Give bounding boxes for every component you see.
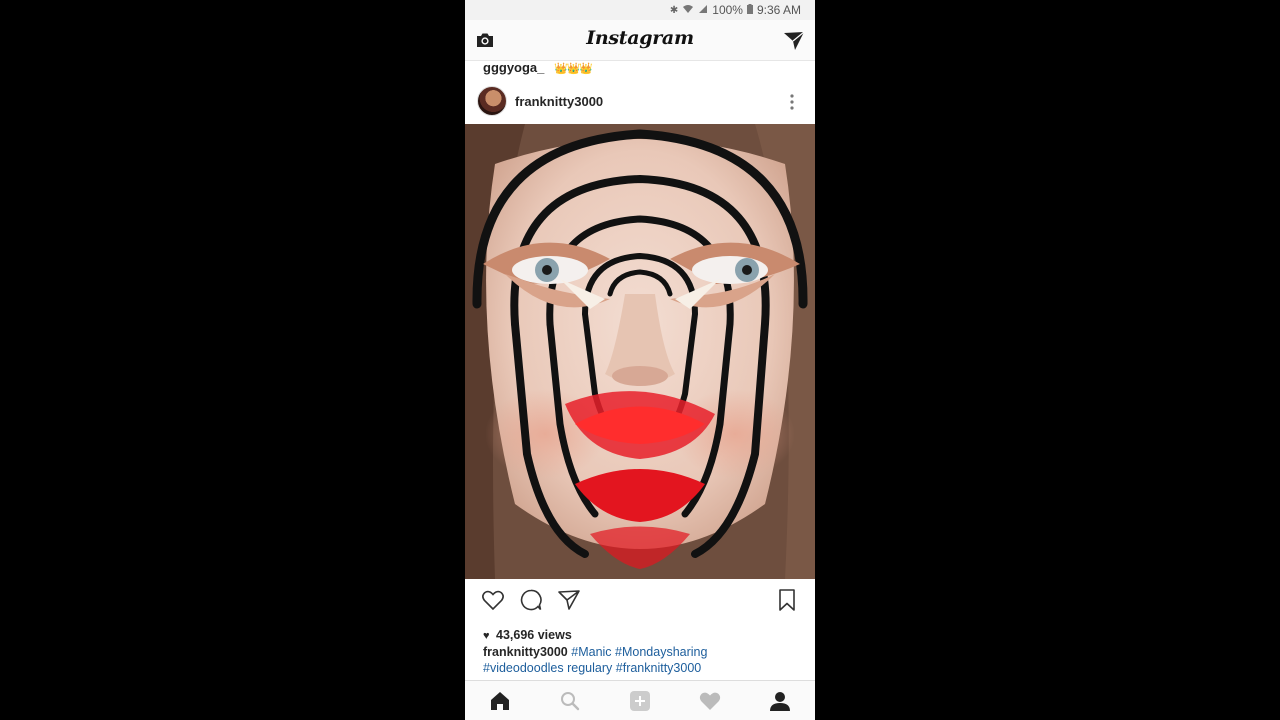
instagram-app: ✱ 100% 9:36 AM Instagram gggyoga_ 👑👑👑 fr…: [465, 0, 815, 720]
hashtag-videodoodles[interactable]: #videodoodles: [483, 661, 564, 675]
previous-caption-user[interactable]: gggyoga_: [483, 60, 544, 75]
signal-icon: [698, 4, 708, 17]
battery-level: 100%: [712, 3, 743, 17]
top-nav: Instagram: [465, 20, 815, 61]
post-photo[interactable]: [465, 124, 815, 579]
hashtag-franknitty3000[interactable]: #franknitty3000: [616, 661, 701, 675]
direct-message-icon[interactable]: [783, 30, 805, 52]
previous-post-caption: gggyoga_ 👑👑👑: [483, 60, 593, 75]
more-options-icon[interactable]: [785, 92, 799, 112]
instagram-logo: Instagram: [586, 27, 694, 49]
comment-icon[interactable]: [519, 588, 543, 612]
avatar[interactable]: [477, 86, 507, 116]
search-icon[interactable]: [558, 690, 582, 712]
bottom-nav: [465, 680, 815, 720]
post-action-bar: [465, 579, 815, 621]
share-icon[interactable]: [557, 588, 581, 612]
activity-icon[interactable]: [698, 690, 722, 712]
battery-icon: [746, 3, 753, 17]
status-bar: ✱ 100% 9:36 AM: [465, 0, 815, 20]
caption-hashtags[interactable]: #Manic #Mondaysharing: [571, 645, 707, 659]
clock: 9:36 AM: [756, 3, 801, 17]
caption-username[interactable]: franknitty3000: [483, 645, 568, 659]
add-post-icon[interactable]: [628, 690, 652, 712]
save-icon[interactable]: [775, 588, 799, 612]
bluetooth-icon: ✱: [669, 4, 679, 16]
views-text: 43,696 views: [496, 628, 572, 642]
post-username[interactable]: franknitty3000: [515, 94, 603, 109]
post-header: franknitty3000: [465, 78, 815, 124]
post-caption: franknitty3000 #Manic #Mondaysharing #vi…: [483, 644, 803, 676]
caption-word: regulary: [567, 661, 613, 675]
profile-icon[interactable]: [768, 690, 792, 712]
heart-small-icon: ♥: [483, 630, 490, 642]
crown-emojis: 👑👑👑: [554, 63, 593, 75]
wifi-icon: [682, 4, 694, 17]
like-icon[interactable]: [481, 588, 505, 612]
views-count[interactable]: ♥ 43,696 views: [483, 628, 572, 642]
home-icon[interactable]: [488, 690, 512, 712]
post-photo-graphic: [465, 124, 815, 579]
